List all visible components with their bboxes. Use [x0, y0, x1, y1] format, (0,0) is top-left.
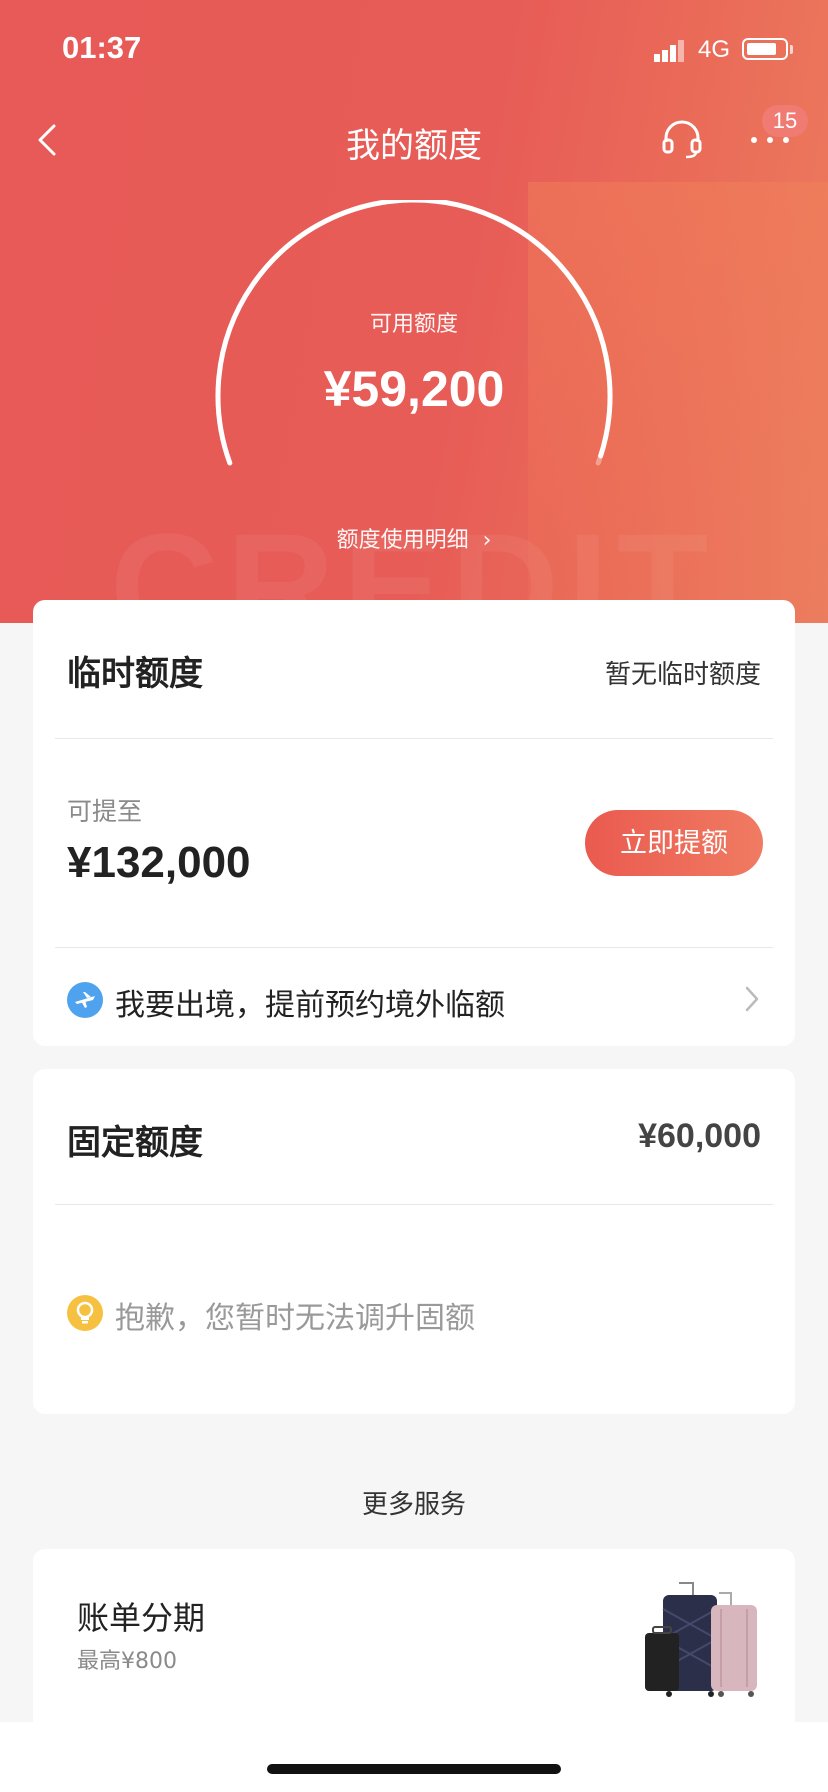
battery-tip [790, 45, 793, 54]
bottom-safe-area [0, 1722, 828, 1792]
available-label: 可用额度 [369, 312, 458, 337]
abroad-reservation-row[interactable]: 我要出境，提前预约境外临额 [33, 948, 795, 1046]
notification-badge: 15 [762, 105, 808, 137]
fixed-quota-card: 固定额度 ¥60,000 抱歉，您暂时无法调升固额 [33, 1069, 795, 1414]
more-services-title: 更多服务 [361, 1490, 466, 1520]
chevron-right-icon [745, 986, 759, 1012]
network-type: 4G [698, 36, 731, 63]
abroad-reservation-text: 我要出境，提前预约境外临额 [115, 988, 505, 1023]
usage-detail-link[interactable]: 额度使用明细 › [0, 522, 828, 554]
raise-now-button[interactable]: 立即提额 [585, 810, 763, 876]
status-bar: 01:37 4G [0, 0, 828, 100]
usage-detail-label: 额度使用明细 [336, 528, 469, 553]
temp-quota-title: 临时额度 [67, 654, 203, 694]
fixed-quota-title: 固定额度 [67, 1123, 203, 1163]
battery-level [747, 43, 776, 55]
battery-icon [742, 38, 788, 60]
home-indicator[interactable] [267, 1764, 561, 1774]
headset-icon[interactable] [660, 116, 704, 160]
fixed-quota-amount: ¥60,000 [638, 1117, 761, 1155]
temp-quota-status: 暂无临时额度 [604, 660, 761, 690]
raise-to-label: 可提至 [67, 797, 143, 826]
divider [55, 1204, 773, 1205]
divider [55, 738, 773, 739]
service-title: 账单分期 [77, 1599, 206, 1637]
fixed-quota-notice: 抱歉，您暂时无法调升固额 [115, 1301, 475, 1336]
chevron-right-icon: › [482, 528, 492, 553]
raise-to-amount: ¥132,000 [67, 838, 251, 887]
gauge-track [595, 453, 604, 466]
luggage-icon [645, 1582, 757, 1697]
lightbulb-icon [67, 1295, 103, 1331]
nav-bar: 我的额度 15 [0, 100, 828, 180]
available-amount: ¥59,200 [323, 361, 505, 417]
service-subtitle: 最高¥800 [77, 1649, 177, 1674]
plane-icon [67, 982, 103, 1018]
signal-icon [654, 40, 684, 62]
status-time: 01:37 [62, 30, 142, 65]
temp-quota-card: 临时额度 暂无临时额度 可提至 ¥132,000 立即提额 我要出境，提前预约境… [33, 600, 795, 1046]
